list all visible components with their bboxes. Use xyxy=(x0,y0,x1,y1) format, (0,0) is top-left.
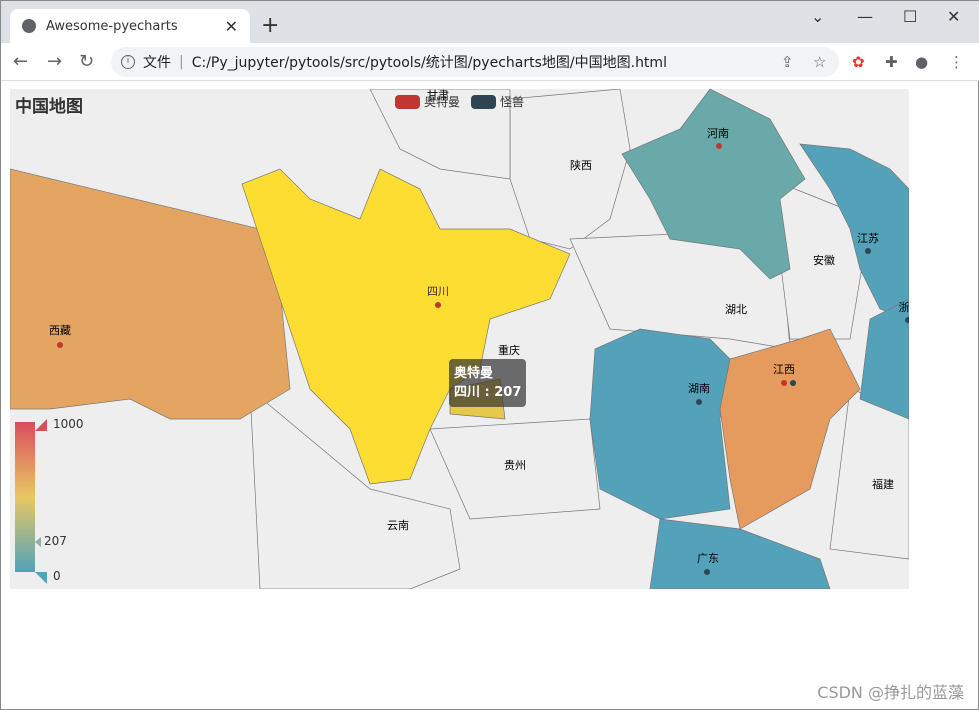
url-text: C:/Py_jupyter/pytools/src/pytools/统计图/py… xyxy=(191,55,667,71)
province-label: 西藏 xyxy=(49,324,71,337)
marker-ultraman[interactable] xyxy=(435,302,441,308)
province-label: 甘肃 xyxy=(427,89,449,102)
province-label: 安徽 xyxy=(813,254,835,267)
province-label: 四川 xyxy=(427,285,449,298)
chart-title: 中国地图 xyxy=(15,97,83,117)
marker-ultraman[interactable] xyxy=(781,380,787,386)
star-icon[interactable]: ☆ xyxy=(813,53,826,71)
extension-icon[interactable]: ✿ xyxy=(852,53,865,71)
tooltip-series: 奥特曼 xyxy=(454,366,494,381)
legend-label: 怪兽 xyxy=(500,95,525,109)
marker-ultraman[interactable] xyxy=(716,143,722,149)
info-icon[interactable]: i xyxy=(121,55,135,69)
province-label: 江西 xyxy=(773,363,795,376)
reload-icon[interactable]: ↻ xyxy=(79,51,94,72)
visual-map-bar[interactable] xyxy=(15,422,35,572)
legend-item-monster[interactable]: 怪兽 xyxy=(471,93,524,110)
forward-icon[interactable]: → xyxy=(47,51,62,72)
visual-map-current-label: 207 xyxy=(44,534,67,548)
province-label: 湖南 xyxy=(688,382,710,395)
tab-strip: Awesome-pyecharts ✕ + ⌄ — ☐ ✕ xyxy=(1,1,979,43)
visual-map-indicator xyxy=(35,537,41,547)
province-label: 云南 xyxy=(387,519,409,532)
marker-monster[interactable] xyxy=(865,248,871,254)
back-icon[interactable]: ← xyxy=(13,51,28,72)
close-window-button[interactable]: ✕ xyxy=(947,7,960,26)
new-tab-button[interactable]: + xyxy=(261,13,279,38)
visual-map-max-handle[interactable] xyxy=(35,419,47,431)
province-label: 江苏 xyxy=(857,232,879,245)
province-label: 重庆 xyxy=(498,344,520,357)
marker-monster[interactable] xyxy=(790,380,796,386)
province-hunan[interactable] xyxy=(589,328,731,520)
minimize-button[interactable]: — xyxy=(857,7,873,26)
province-label: 广东 xyxy=(697,552,719,565)
address-input[interactable]: i 文件 | C:/Py_jupyter/pytools/src/pytools… xyxy=(111,47,839,77)
province-label: 福建 xyxy=(872,478,894,491)
visual-map-min-label: 0 xyxy=(53,569,61,583)
share-icon[interactable]: ⇪ xyxy=(781,53,794,71)
address-bar-row: ← → ↻ i 文件 | C:/Py_jupyter/pytools/src/p… xyxy=(1,43,979,81)
puzzle-icon[interactable]: ✚ xyxy=(885,53,898,71)
maximize-button[interactable]: ☐ xyxy=(903,7,917,26)
tab-title: Awesome-pyecharts xyxy=(46,18,178,34)
visual-map-max-label: 1000 xyxy=(53,417,84,431)
visual-map-min-handle[interactable] xyxy=(35,572,47,584)
watermark: CSDN @挣扎的蓝藻 xyxy=(817,683,964,702)
province-label: 湖北 xyxy=(725,303,747,316)
province-label: 贵州 xyxy=(504,459,526,472)
legend-swatch xyxy=(395,94,420,109)
tooltip: 奥特曼 四川 : 207 xyxy=(449,359,527,407)
chevron-down-icon[interactable]: ⌄ xyxy=(811,7,824,26)
browser-tab[interactable]: Awesome-pyecharts ✕ xyxy=(10,9,250,43)
menu-icon[interactable]: ⋮ xyxy=(949,53,964,71)
divider: | xyxy=(179,54,184,70)
address-prefix: 文件 xyxy=(143,55,171,71)
province-label: 陕西 xyxy=(570,159,592,172)
province-label: 河南 xyxy=(707,127,729,140)
province-label: 浙 xyxy=(898,301,910,314)
marker-ultraman[interactable] xyxy=(57,342,63,348)
close-tab-icon[interactable]: ✕ xyxy=(225,17,238,36)
marker-monster[interactable] xyxy=(696,399,702,405)
tooltip-value: 四川 : 207 xyxy=(454,385,522,400)
map-svg xyxy=(10,89,909,589)
china-map-chart: 中国地图 奥特曼 怪兽 甘肃 陕西 河南 江苏 安徽 湖北 浙 四川 西藏 重庆… xyxy=(10,89,909,589)
marker-monster[interactable] xyxy=(905,317,909,323)
marker-monster[interactable] xyxy=(704,569,710,575)
profile-icon[interactable]: ● xyxy=(915,53,928,71)
legend-swatch xyxy=(471,94,496,109)
globe-icon xyxy=(22,19,36,33)
